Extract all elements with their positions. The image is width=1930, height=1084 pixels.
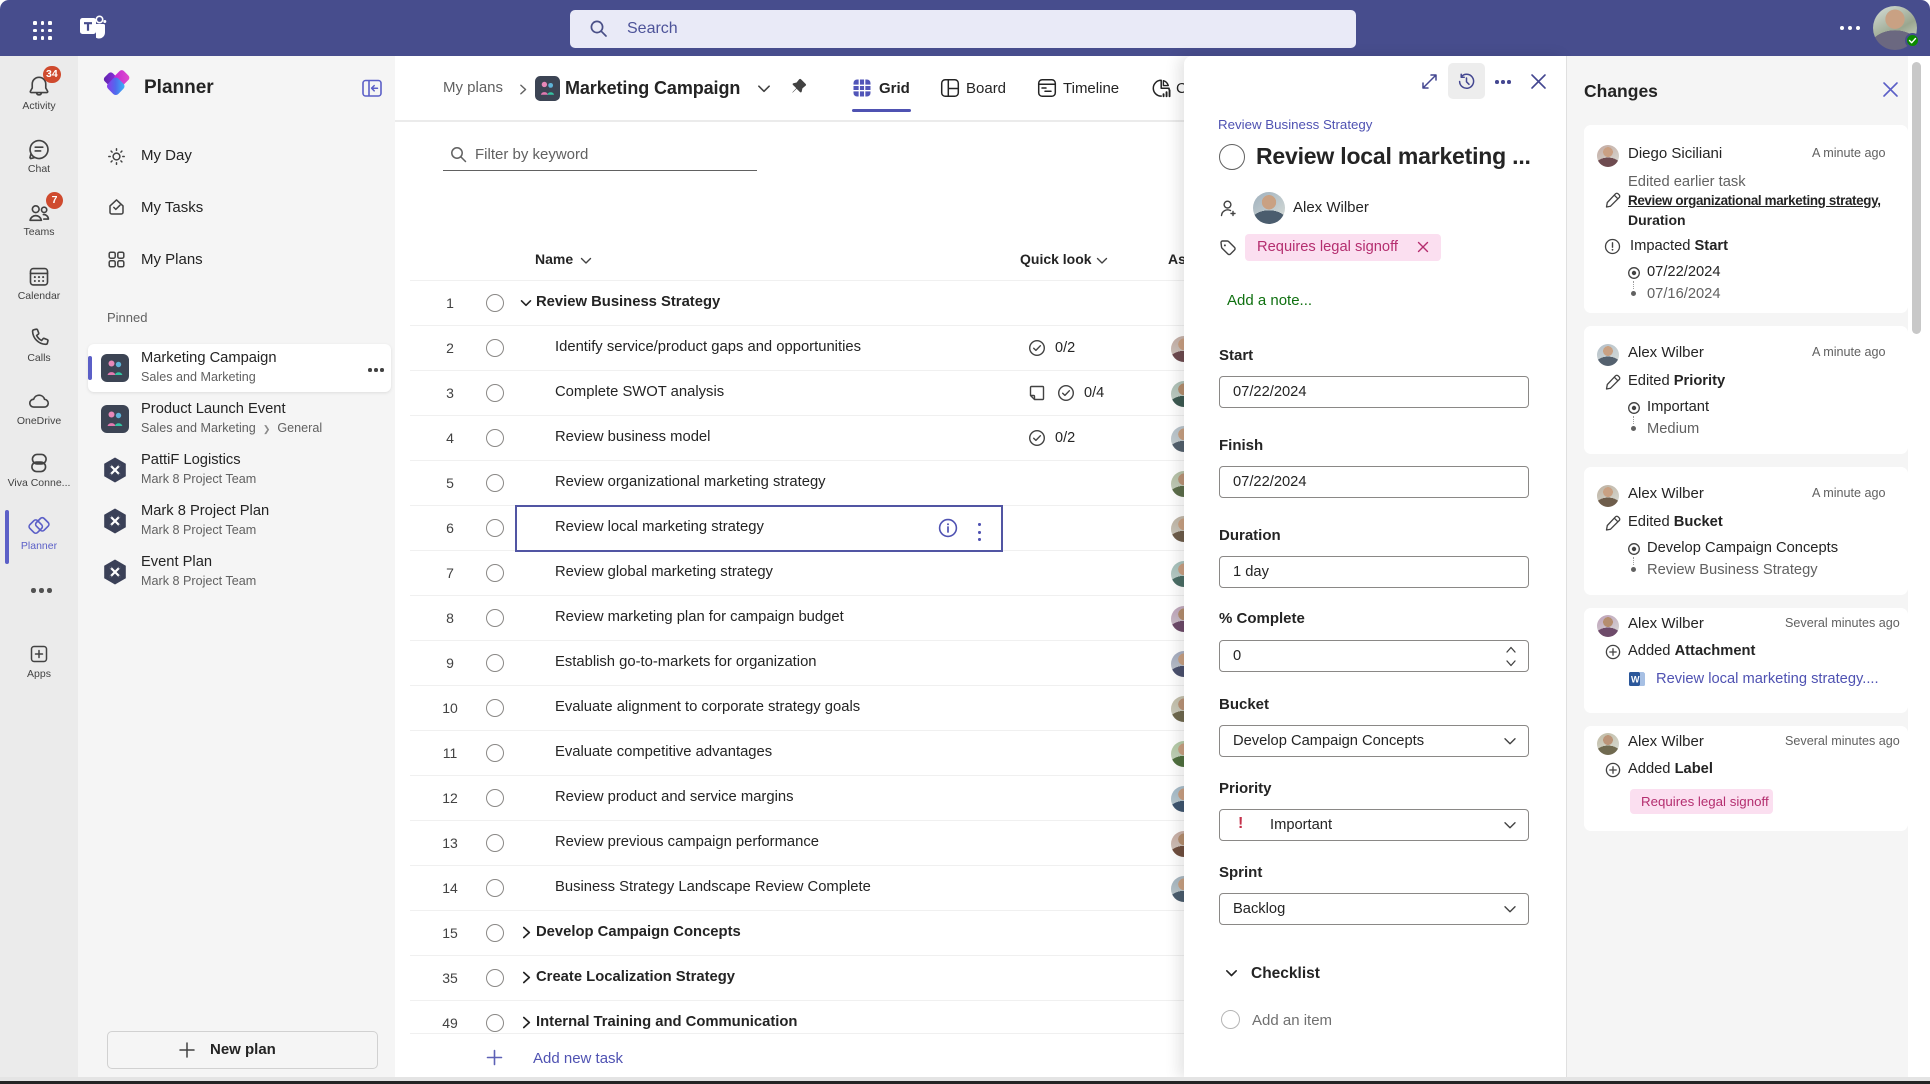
svg-text:W: W — [1631, 675, 1640, 685]
